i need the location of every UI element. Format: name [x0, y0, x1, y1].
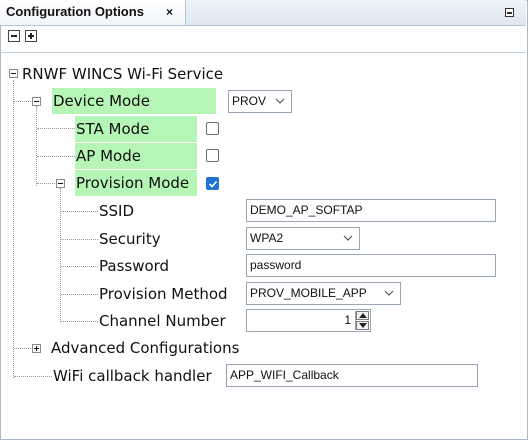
arrow-down-icon: [359, 323, 367, 328]
password-field[interactable]: password: [246, 254, 496, 277]
ap-mode-checkbox[interactable]: [206, 149, 219, 162]
device-mode-select[interactable]: PROV: [228, 90, 292, 113]
increment-button[interactable]: [356, 311, 369, 320]
wifi-callback-handler-label: WiFi callback handler: [53, 367, 212, 385]
tree-line: [37, 128, 75, 129]
decrement-button[interactable]: [356, 321, 369, 330]
stepper-buttons: [355, 311, 369, 330]
tab-title: Configuration Options: [6, 4, 144, 19]
password-label: Password: [99, 257, 170, 275]
collapse-icon[interactable]: [32, 97, 41, 106]
password-value: password: [250, 258, 302, 272]
sta-mode-checkbox[interactable]: [206, 122, 219, 135]
tree-line: [61, 239, 98, 240]
ap-mode-label: AP Mode: [76, 147, 141, 165]
channel-number-stepper[interactable]: 1: [246, 309, 371, 332]
provision-mode-label: Provision Mode: [76, 174, 190, 192]
collapse-icon[interactable]: [56, 179, 65, 188]
provision-mode-checkbox[interactable]: [206, 177, 219, 190]
sta-mode-label: STA Mode: [76, 120, 150, 138]
tree-line: [60, 188, 61, 322]
minimize-icon[interactable]: [505, 8, 514, 17]
channel-number-value: 1: [344, 313, 351, 327]
collapse-all-button[interactable]: [8, 30, 20, 42]
wifi-callback-handler-field[interactable]: APP_WIFI_Callback: [226, 364, 478, 387]
tree-line: [37, 183, 55, 184]
tab-bar: Configuration Options ×: [0, 0, 526, 26]
chevron-down-icon: [275, 98, 285, 104]
toolbar-divider: [0, 52, 526, 53]
checkmark-icon: [208, 180, 218, 188]
tree-line: [14, 376, 52, 377]
tree-line: [61, 266, 98, 267]
tree-line: [14, 348, 31, 349]
chevron-down-icon: [343, 235, 353, 241]
ssid-label: SSID: [99, 202, 135, 220]
arrow-up-icon: [359, 313, 367, 318]
advanced-configurations-label[interactable]: Advanced Configurations: [51, 336, 239, 360]
channel-number-label: Channel Number: [99, 312, 226, 330]
chevron-down-icon: [384, 290, 394, 296]
device-mode-label: Device Mode: [53, 92, 150, 110]
tree-line: [13, 80, 14, 378]
tab-configuration-options[interactable]: Configuration Options ×: [0, 0, 186, 25]
ssid-value: DEMO_AP_SOFTAP: [250, 203, 363, 217]
tree-line: [37, 156, 75, 157]
tree-line: [61, 294, 98, 295]
provision-method-select[interactable]: PROV_MOBILE_APP: [246, 282, 401, 305]
tab-close-icon[interactable]: ×: [166, 0, 173, 24]
security-select[interactable]: WPA2: [246, 227, 360, 250]
expand-all-button[interactable]: [25, 30, 37, 42]
expand-icon[interactable]: [32, 344, 41, 353]
tree-line: [61, 321, 98, 322]
ssid-field[interactable]: DEMO_AP_SOFTAP: [246, 199, 496, 222]
tree-line: [14, 101, 31, 102]
collapse-icon[interactable]: [9, 69, 18, 78]
tree-line: [61, 211, 98, 212]
device-mode-value: PROV: [232, 94, 267, 108]
provision-method-label: Provision Method: [99, 285, 228, 303]
wifi-callback-handler-value: APP_WIFI_Callback: [230, 368, 339, 382]
tree-line: [36, 106, 37, 186]
security-label: Security: [99, 230, 161, 248]
tree-root-label: RNWF WINCS Wi-Fi Service: [22, 65, 224, 83]
provision-method-value: PROV_MOBILE_APP: [250, 286, 367, 300]
security-value: WPA2: [250, 231, 284, 245]
